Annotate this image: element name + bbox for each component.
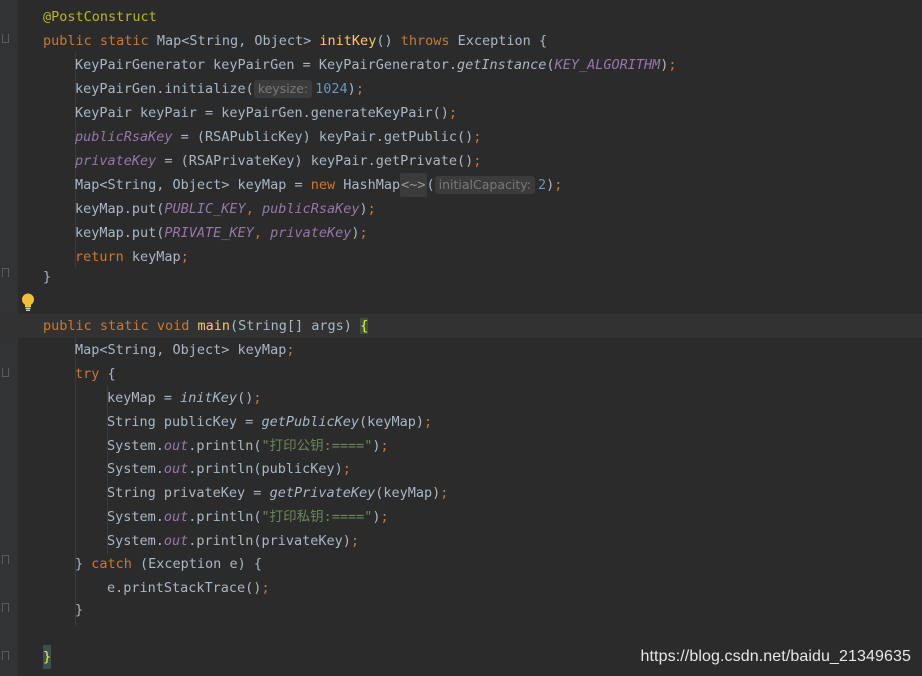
code-text: privateKey = (RSAPrivateKey) keyPair.get…: [75, 153, 482, 169]
code-text: System.out.println("打印公钥:====");: [107, 438, 389, 454]
code-line[interactable]: try {: [0, 362, 922, 386]
code-text: String publicKey = getPublicKey(keyMap);: [107, 414, 433, 430]
code-line[interactable]: } catch (Exception e) {: [0, 552, 922, 576]
code-text: System.out.println(privateKey);: [107, 533, 359, 549]
code-line[interactable]: }: [0, 598, 922, 622]
code-text: KeyPairGenerator keyPairGen = KeyPairGen…: [75, 57, 677, 73]
code-line[interactable]: System.out.println("打印公钥:====");: [0, 434, 922, 458]
code-text: } catch (Exception e) {: [75, 556, 262, 572]
code-line[interactable]: Map<String, Object> keyMap;: [0, 338, 922, 362]
code-text: e.printStackTrace();: [107, 580, 270, 596]
code-line[interactable]: System.out.println(privateKey);: [0, 529, 922, 553]
code-text: keyMap = initKey();: [107, 390, 262, 406]
code-line-current[interactable]: public static void main(String[] args) {: [0, 314, 922, 338]
code-text: publicRsaKey = (RSAPublicKey) keyPair.ge…: [75, 129, 482, 145]
watermark-text: https://blog.csdn.net/baidu_21349635: [640, 648, 911, 665]
code-line[interactable]: KeyPairGenerator keyPairGen = KeyPairGen…: [0, 53, 922, 77]
code-text: keyMap.put(PUBLIC_KEY, publicRsaKey);: [75, 201, 376, 217]
code-line[interactable]: public static Map<String, Object> initKe…: [0, 29, 922, 53]
code-text: try {: [75, 366, 116, 382]
matched-brace: {: [360, 318, 369, 334]
code-editor[interactable]: @PostConstruct public static Map<String,…: [0, 0, 922, 676]
code-line[interactable]: System.out.println(publicKey);: [0, 457, 922, 481]
code-line[interactable]: e.printStackTrace();: [0, 576, 922, 600]
folded-diamond: <~>: [400, 173, 427, 197]
code-line[interactable]: }: [0, 265, 922, 289]
code-text: KeyPair keyPair = keyPairGen.generateKey…: [75, 105, 458, 121]
method-name: main: [197, 318, 231, 334]
code-text: Map<String, Object> keyMap;: [75, 342, 295, 358]
code-text: keyPairGen.initialize(keysize: 1024);: [75, 80, 364, 98]
code-line[interactable]: @PostConstruct: [0, 5, 922, 29]
code-text: Map<String, Object> keyMap = new HashMap…: [75, 173, 562, 197]
code-line[interactable]: publicRsaKey = (RSAPublicKey) keyPair.ge…: [0, 125, 922, 149]
closing-brace: }: [75, 602, 84, 618]
code-text: keyMap.put(PRIVATE_KEY, privateKey);: [75, 225, 368, 241]
annotation-token: @PostConstruct: [43, 9, 157, 25]
code-line[interactable]: KeyPair keyPair = keyPairGen.generateKey…: [0, 101, 922, 125]
method-signature: public static void main(String[] args) {: [43, 318, 369, 334]
parameter-hint: initialCapacity:: [434, 176, 535, 194]
matched-brace: }: [43, 645, 52, 669]
parameter-hint: keysize:: [253, 80, 313, 98]
method-name: initKey: [319, 33, 377, 49]
code-line[interactable]: System.out.println("打印私钥:====");: [0, 505, 922, 529]
code-line[interactable]: keyPairGen.initialize(keysize: 1024);: [0, 77, 922, 101]
method-signature: public static Map<String, Object> initKe…: [43, 33, 548, 49]
code-line[interactable]: keyMap = initKey();: [0, 386, 922, 410]
code-text: String privateKey = getPrivateKey(keyMap…: [107, 485, 449, 501]
code-line[interactable]: privateKey = (RSAPrivateKey) keyPair.get…: [0, 149, 922, 173]
code-line[interactable]: keyMap.put(PUBLIC_KEY, publicRsaKey);: [0, 197, 922, 221]
code-line[interactable]: String publicKey = getPublicKey(keyMap);: [0, 410, 922, 434]
code-text: System.out.println(publicKey);: [107, 461, 351, 477]
closing-brace: }: [43, 269, 52, 285]
code-line[interactable]: keyMap.put(PRIVATE_KEY, privateKey);: [0, 221, 922, 245]
code-text: System.out.println("打印私钥:====");: [107, 509, 389, 525]
code-line[interactable]: Map<String, Object> keyMap = new HashMap…: [0, 173, 922, 197]
lightbulb-icon[interactable]: [19, 292, 37, 312]
code-line[interactable]: String privateKey = getPrivateKey(keyMap…: [0, 481, 922, 505]
